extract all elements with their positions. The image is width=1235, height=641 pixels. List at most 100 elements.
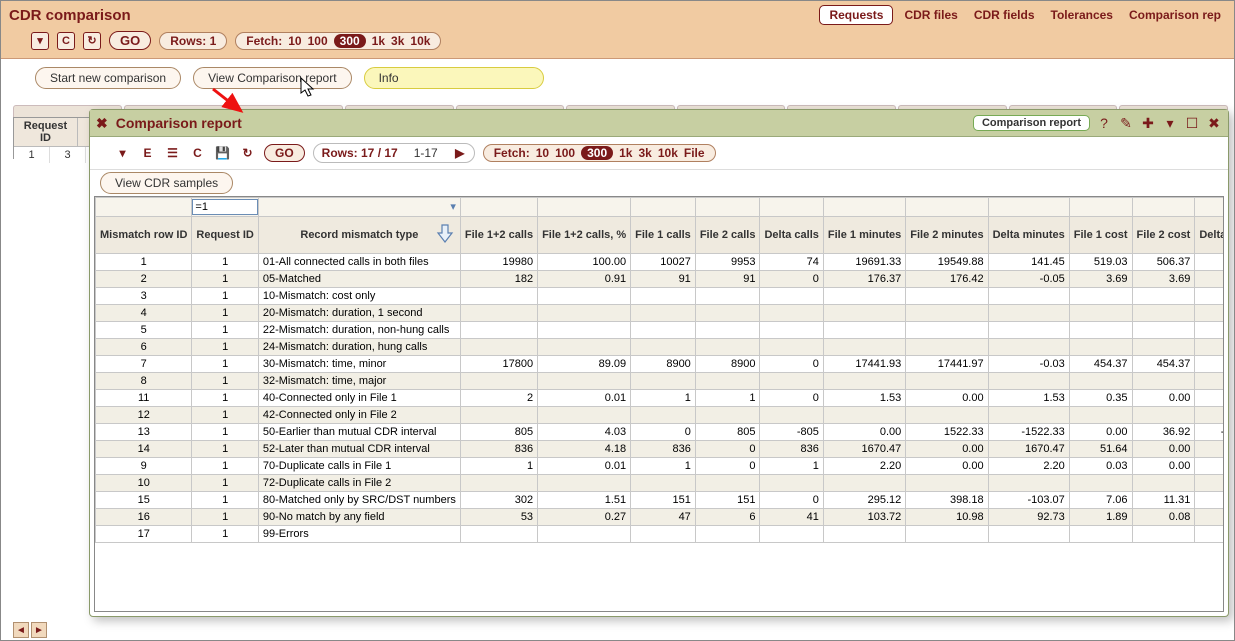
filter-request-id[interactable] [192,198,258,217]
table-cell [1132,373,1195,390]
col-file1-cost[interactable]: File 1 cost [1069,217,1132,254]
col-delta-minutes[interactable]: Delta minutes [988,217,1069,254]
popup-close-icon[interactable]: ✖ [1206,115,1222,131]
nav-comparison-rep[interactable]: Comparison rep [1124,6,1226,24]
view-cdr-samples-button[interactable]: View CDR samples [100,172,233,194]
table-cell: 2 [460,390,537,407]
table-cell: 1 [192,509,258,526]
filter-clear-icon[interactable]: ▾ [31,32,49,50]
table-row[interactable]: 2105-Matched1820.9191910176.37176.42-0.0… [96,271,1225,288]
table-cell: 0.91 [538,271,631,288]
popup-rows-range-input[interactable] [404,145,448,161]
col-file2-minutes[interactable]: File 2 minutes [906,217,988,254]
table-row[interactable]: 8132-Mismatch: time, major [96,373,1225,390]
scroll-right-icon[interactable]: ► [31,622,47,638]
table-row[interactable]: 4120-Mismatch: duration, 1 second [96,305,1225,322]
table-cell [695,339,760,356]
popup-badge[interactable]: Comparison report [973,115,1090,131]
table-row[interactable]: 10172-Duplicate calls in File 2 [96,475,1225,492]
table-cell [1195,322,1224,339]
fetch-1k[interactable]: 1k [372,34,385,48]
table-cell [1069,288,1132,305]
pfetch-300[interactable]: 300 [581,146,613,160]
col-file1-minutes[interactable]: File 1 minutes [823,217,905,254]
redo2-icon[interactable]: ↻ [239,145,256,162]
add-icon[interactable]: ✚ [1140,115,1156,131]
col-file12-calls-pct[interactable]: File 1+2 calls, % [538,217,631,254]
col-record-mismatch-type[interactable]: Record mismatch type [258,217,460,254]
fetch-100[interactable]: 100 [308,34,328,48]
nav-cdr-files[interactable]: CDR files [899,6,962,24]
col-mismatch-row-id[interactable]: Mismatch row ID [96,217,192,254]
table-row[interactable]: 14152-Later than mutual CDR interval8364… [96,441,1225,458]
fetch-10k[interactable]: 10k [410,34,430,48]
filter-cell[interactable]: ▾ [258,198,460,217]
go-button[interactable]: GO [109,31,151,50]
table-row[interactable]: 1101-All connected calls in both files19… [96,254,1225,271]
pfetch-1k[interactable]: 1k [619,146,632,160]
refresh2-icon[interactable]: C [189,145,206,162]
help-icon[interactable]: ? [1096,115,1112,131]
refresh-icon[interactable]: C [57,32,75,50]
table-row[interactable]: 7130-Mismatch: time, minor1780089.098900… [96,356,1225,373]
save-icon[interactable]: 💾 [214,145,231,162]
nav-requests[interactable]: Requests [819,5,893,25]
pfetch-10k[interactable]: 10k [658,146,678,160]
sort-down-icon[interactable] [436,223,454,243]
start-new-comparison-button[interactable]: Start new comparison [35,67,181,89]
nav-tolerances[interactable]: Tolerances [1046,6,1118,24]
edit-icon[interactable]: ✎ [1118,115,1134,131]
pfetch-100[interactable]: 100 [555,146,575,160]
table-cell: 17441.93 [823,356,905,373]
bg-cell: 1 [14,147,50,163]
popup-go-button[interactable]: GO [264,144,305,162]
table-cell: 1.81 [1195,509,1224,526]
table-row[interactable]: 16190-No match by any field530.274764110… [96,509,1225,526]
fetch-3k[interactable]: 3k [391,34,404,48]
view-comparison-report-button[interactable]: View Comparison report [193,67,352,89]
table-row[interactable]: 6124-Mismatch: duration, hung calls [96,339,1225,356]
scroll-left-icon[interactable]: ◄ [13,622,29,638]
table-cell: 6 [695,509,760,526]
table-row[interactable]: 11140-Connected only in File 120.011101.… [96,390,1225,407]
fetch-10[interactable]: 10 [288,34,301,48]
pfetch-10[interactable]: 10 [536,146,549,160]
col-request-id[interactable]: Request ID [192,217,258,254]
col-delta-cost[interactable]: Delta cost [1195,217,1224,254]
table-row[interactable]: 5122-Mismatch: duration, non-hung calls [96,322,1225,339]
table-row[interactable]: 3110-Mismatch: cost only [96,288,1225,305]
table-row[interactable]: 15180-Matched only by SRC/DST numbers302… [96,492,1225,509]
table-cell: 22-Mismatch: duration, non-hung calls [258,322,460,339]
table-cell: 92.73 [988,509,1069,526]
col-file2-calls[interactable]: File 2 calls [695,217,760,254]
filter-icon[interactable]: ▾ [114,145,131,162]
fetch-300[interactable]: 300 [334,34,366,48]
col-file1-calls[interactable]: File 1 calls [631,217,696,254]
rows-next-icon[interactable]: ▶ [454,146,466,160]
col-file12-calls[interactable]: File 1+2 calls [460,217,537,254]
collapse-icon[interactable]: ▾ [1162,115,1178,131]
pfetch-3k[interactable]: 3k [638,146,651,160]
close-icon[interactable]: ✖ [96,115,108,132]
table-cell [695,322,760,339]
table-row[interactable]: 17199-Errors [96,526,1225,543]
table-cell: 398.18 [906,492,988,509]
table-row[interactable]: 9170-Duplicate calls in File 110.011012.… [96,458,1225,475]
col-delta-calls[interactable]: Delta calls [760,217,823,254]
table-row[interactable]: 13150-Earlier than mutual CDR interval80… [96,424,1225,441]
filter-request-id-input[interactable] [192,199,257,215]
filter-cell[interactable] [96,198,192,217]
maximize-icon[interactable]: ☐ [1184,115,1200,131]
pfetch-file[interactable]: File [684,146,705,160]
export-icon[interactable]: E [139,145,156,162]
table-cell: 40-Connected only in File 1 [258,390,460,407]
table-row[interactable]: 12142-Connected only in File 2 [96,407,1225,424]
nav-cdr-fields[interactable]: CDR fields [969,6,1040,24]
redo-icon[interactable]: ↻ [83,32,101,50]
table-cell: -103.07 [988,492,1069,509]
col-file2-cost[interactable]: File 2 cost [1132,217,1195,254]
bg-col-request-id[interactable]: Request ID [14,118,78,147]
columns-icon[interactable]: ☰ [164,145,181,162]
table-cell: 454.37 [1132,356,1195,373]
table-cell: 74 [760,254,823,271]
